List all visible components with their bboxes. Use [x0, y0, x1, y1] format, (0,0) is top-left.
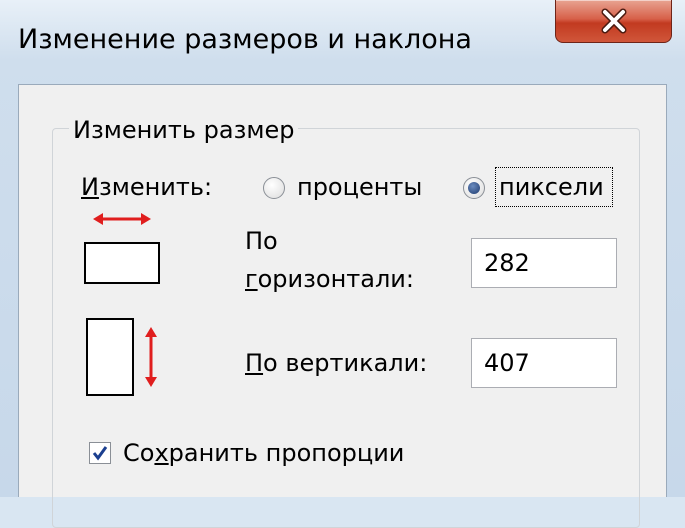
- close-button[interactable]: [555, 0, 672, 43]
- keep-ratio-text-pre: Со: [123, 439, 155, 467]
- percent-radio-label[interactable]: проценты: [297, 173, 422, 201]
- keep-ratio-mnemonic: х: [154, 439, 169, 467]
- window-title: Изменение размеров и наклона: [18, 24, 472, 55]
- resize-skew-dialog: Изменение размеров и наклона Изменить ра…: [0, 0, 685, 528]
- title-bar[interactable]: Изменение размеров и наклона: [0, 0, 685, 84]
- resize-group-title: Изменить размер: [69, 116, 299, 144]
- pixels-radio-label[interactable]: пиксели: [499, 173, 604, 201]
- resize-by-mnemonic: И: [81, 173, 99, 201]
- horizontal-label-line2: горизонтали:: [245, 265, 414, 293]
- horizontal-mnemonic: г: [245, 265, 258, 293]
- dialog-client-area: Изменить размер Изменить: проценты пиксе…: [18, 84, 667, 528]
- resize-by-text: зменить:: [98, 173, 213, 201]
- horizontal-label-text: оризонтали:: [257, 265, 414, 293]
- keep-ratio-label[interactable]: Сохранить пропорции: [123, 439, 404, 467]
- pixels-radio[interactable]: [463, 177, 485, 199]
- resize-by-label: Изменить:: [81, 173, 212, 201]
- keep-ratio-checkbox[interactable]: [89, 442, 111, 464]
- vertical-label: По вертикали:: [245, 349, 427, 377]
- vertical-label-text: о вертикали:: [263, 349, 428, 377]
- vertical-resize-icon: [86, 318, 157, 396]
- checkmark-icon: [92, 446, 108, 461]
- keep-ratio-text-post: ранить пропорции: [168, 439, 405, 467]
- horizontal-input[interactable]: 282: [471, 238, 617, 288]
- vertical-mnemonic: П: [245, 349, 264, 377]
- close-icon: [601, 8, 626, 34]
- percent-radio[interactable]: [263, 177, 285, 199]
- horizontal-label-line1: По: [245, 227, 278, 255]
- vertical-input[interactable]: 407: [471, 338, 617, 388]
- horizontal-resize-icon: [84, 213, 160, 284]
